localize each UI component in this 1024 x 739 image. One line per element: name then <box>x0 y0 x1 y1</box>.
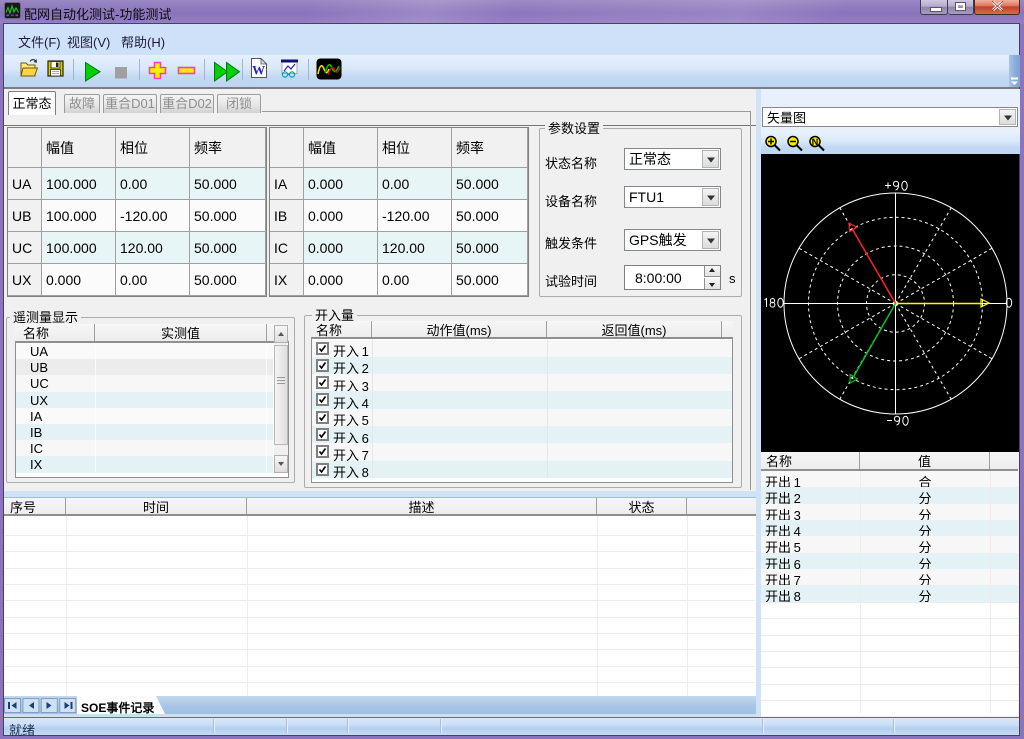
svg-text:W: W <box>252 63 265 78</box>
svg-text:N: N <box>812 137 819 147</box>
